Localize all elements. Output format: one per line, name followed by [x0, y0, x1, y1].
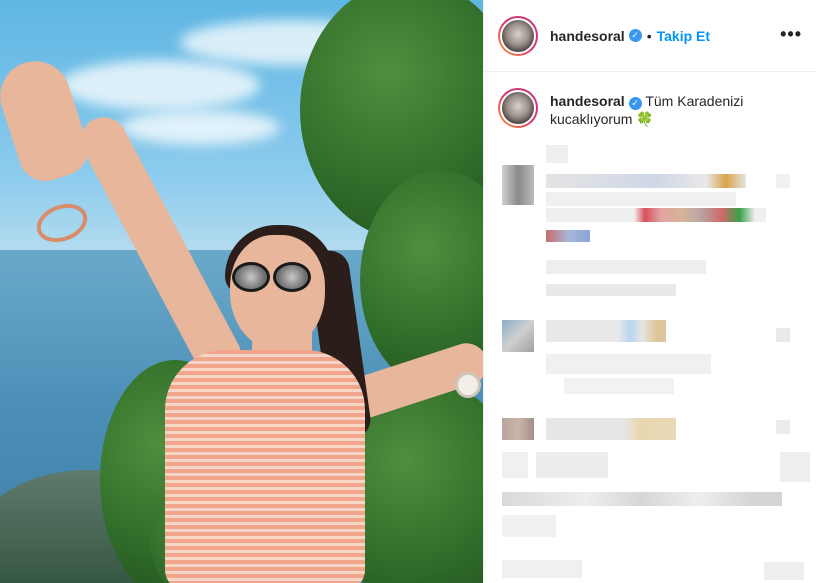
- face: [230, 235, 325, 350]
- watch: [455, 372, 481, 398]
- bracelet: [31, 197, 93, 249]
- post-photo[interactable]: [0, 0, 483, 583]
- censored-comments: [484, 0, 816, 583]
- cloud: [60, 60, 260, 110]
- striped-shirt: [165, 350, 365, 583]
- cloud: [120, 110, 280, 145]
- sunglasses-lens-right: [273, 262, 311, 292]
- post-sidebar: handesoral ✓ • Takip Et ••• handesoral ✓ …: [483, 0, 816, 583]
- sunglasses-lens-left: [232, 262, 270, 292]
